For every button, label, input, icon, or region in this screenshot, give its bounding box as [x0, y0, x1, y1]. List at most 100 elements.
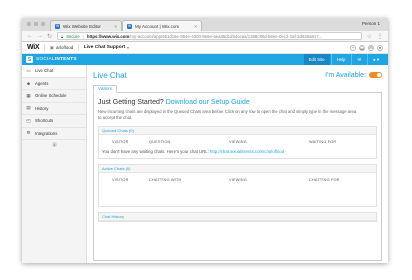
sidebar-item-label: Shortcuts [35, 118, 54, 124]
app-body: ▭ Live Chat ☻ Agents ▦ Online Schedule ▤… [22, 65, 388, 263]
close-window-button[interactable] [27, 22, 31, 26]
intro-text: New incoming chats are displayed in the … [98, 109, 357, 120]
app-name: Live Chat Support [83, 45, 126, 50]
messages-icon[interactable]: ✉ [368, 44, 374, 51]
agents-icon: ☻ [26, 80, 31, 86]
queued-empty-message: You don't have any waiting chats. Here's… [99, 146, 376, 158]
tab-visitors[interactable]: Visitors [93, 84, 118, 93]
sidebar: ▭ Live Chat ☻ Agents ▦ Online Schedule ▤… [22, 65, 87, 263]
availability: I'm Available: [325, 72, 382, 79]
browser-tab-editor[interactable]: W Wix Website Editor × [50, 20, 122, 31]
profile-name[interactable]: Person 1 [362, 21, 380, 26]
browser-window: W Wix Website Editor × W My Account | Wi… [22, 18, 388, 263]
column-header: WAITING FOR [309, 139, 337, 144]
app-selector[interactable]: Live Chat Support ▾ [84, 45, 129, 50]
chat-history-title[interactable]: Chat History [99, 213, 376, 221]
wix-top-bar: WiX ▣ arloflood Live Chat Support ▾ + 🔔︎… [22, 42, 388, 54]
user-icon[interactable]: ● [377, 44, 383, 51]
brand-suffix: INTENTS [54, 57, 77, 62]
edit-site-button[interactable]: Edit Site [303, 54, 330, 65]
column-header: VISITOR [112, 139, 129, 144]
setup-guide-link[interactable]: Download our Setup Guide [166, 99, 250, 106]
collapse-sidebar-icon[interactable]: ◂ [51, 142, 57, 147]
maximize-window-button[interactable] [41, 22, 45, 26]
divider [78, 44, 79, 51]
title-row: Live Chat I'm Available: [93, 69, 382, 81]
sidebar-item-integrations[interactable]: ⚙ Integrations [22, 128, 86, 140]
chat-url-link[interactable]: http://chat.socialintents.com/c/arlofloo… [210, 149, 284, 154]
user-menu-icon[interactable]: ● ▾ [367, 54, 384, 65]
sidebar-item-live-chat[interactable]: ▭ Live Chat [22, 65, 86, 78]
chevron-down-icon: ▾ [127, 45, 129, 50]
address-bar: ← → ↻ 🔒︎ Secure | https://www.wix.com/my… [22, 31, 388, 42]
getting-started-text: Just Getting Started? [98, 99, 164, 106]
sidebar-item-label: Agents [35, 80, 49, 86]
back-arrow-icon[interactable]: ← [27, 33, 33, 39]
active-chats-title[interactable]: Active Chats (0) [99, 165, 376, 173]
window-controls [27, 22, 45, 26]
forward-arrow-icon[interactable]: → [37, 33, 43, 39]
sidebar-item-label: History [35, 105, 49, 111]
sidebar-item-shortcuts[interactable]: ◰ Shortcuts [22, 115, 86, 128]
queued-chats-title[interactable]: Queued Chats (0) [99, 127, 376, 135]
tab-label: Wix Website Editor [63, 23, 101, 29]
column-header: VIEWING [229, 139, 247, 144]
url-path: /my-account/app/651d16e-864e-4300-8e6e-a… [129, 33, 323, 39]
wix-favicon-icon: W [55, 23, 60, 29]
tab-label: My Account | Wix.com [135, 23, 180, 29]
sidebar-item-online-schedule[interactable]: ▦ Online Schedule [22, 90, 86, 103]
active-chats-header: VISITOR CHATTING WITH VIEWING CHATTING F… [99, 175, 376, 184]
brand-name: SOCIALINTENTS [36, 57, 77, 62]
minimize-window-button[interactable] [34, 22, 38, 26]
browser-menu-icon[interactable]: ⋮ [377, 33, 383, 40]
shortcuts-icon: ◰ [26, 117, 31, 123]
bookmark-star-icon[interactable]: ☆ [367, 33, 372, 40]
socialintents-logo-icon: S [26, 56, 33, 63]
sidebar-item-label: Integrations [35, 130, 58, 136]
active-chats-section: Active Chats (0) VISITOR CHATTING WITH V… [98, 164, 377, 207]
integrations-icon: ⚙ [26, 130, 31, 136]
page-title: Live Chat [93, 70, 127, 80]
help-button[interactable]: Help [330, 54, 351, 65]
sidebar-item-label: Online Schedule [35, 93, 67, 99]
main-content: Live Chat I'm Available: Visitors Just G… [87, 65, 388, 263]
brand-prefix: SOCIAL [36, 57, 55, 62]
sidebar-item-history[interactable]: ▤ History [22, 103, 86, 115]
calendar-icon: ▦ [26, 92, 31, 98]
secure-label: Secure [66, 33, 80, 39]
availability-toggle[interactable] [369, 72, 382, 78]
url-input[interactable]: 🔒︎ Secure | https://www.wix.com/my-accou… [57, 32, 362, 40]
app-header: S SOCIALINTENTS Edit Site Help ✉ ● ▾ [22, 54, 388, 65]
close-tab-icon[interactable]: × [194, 24, 197, 29]
site-icon: ▣ [49, 44, 55, 50]
browser-tab-strip: W Wix Website Editor × W My Account | Wi… [22, 18, 388, 31]
toggle-knob [377, 73, 381, 77]
column-header: VISITOR [112, 177, 129, 182]
url-host: https://www.wix.com [86, 33, 130, 39]
site-selector[interactable]: ▣ arloflood [50, 45, 74, 51]
envelope-icon[interactable]: ✉ [351, 54, 367, 65]
queued-chats-header: VISITOR QUESTION VIEWING WAITING FOR [99, 137, 376, 146]
wix-logo[interactable]: WiX [27, 44, 40, 51]
notifications-icon[interactable]: 🔔︎ [359, 44, 365, 51]
history-icon: ▤ [26, 105, 31, 111]
add-icon[interactable]: + [350, 44, 356, 51]
sidebar-item-agents[interactable]: ☻ Agents [22, 78, 86, 90]
getting-started-heading: Just Getting Started? Download our Setup… [98, 99, 377, 106]
column-header: QUESTION [149, 139, 171, 144]
reload-icon[interactable]: ↻ [47, 33, 52, 40]
wix-actions: + 🔔︎ ✉ ● [350, 44, 383, 51]
sidebar-item-label: Live Chat [35, 68, 54, 74]
wix-favicon-icon: W [127, 23, 132, 29]
chat-icon: ▭ [26, 67, 31, 73]
column-header: VIEWING [229, 177, 247, 182]
close-tab-icon[interactable]: × [114, 24, 117, 29]
empty-text: You don't have any waiting chats. Here's… [102, 149, 209, 154]
availability-label: I'm Available: [325, 71, 366, 79]
browser-tab-account[interactable]: W My Account | Wix.com × [122, 20, 202, 31]
lock-icon: 🔒︎ [61, 33, 64, 39]
tab-bar: Visitors [93, 84, 382, 93]
header-actions: Edit Site Help ✉ ● ▾ [303, 54, 384, 65]
divider [44, 44, 45, 51]
column-header: CHATTING FOR [309, 177, 340, 182]
